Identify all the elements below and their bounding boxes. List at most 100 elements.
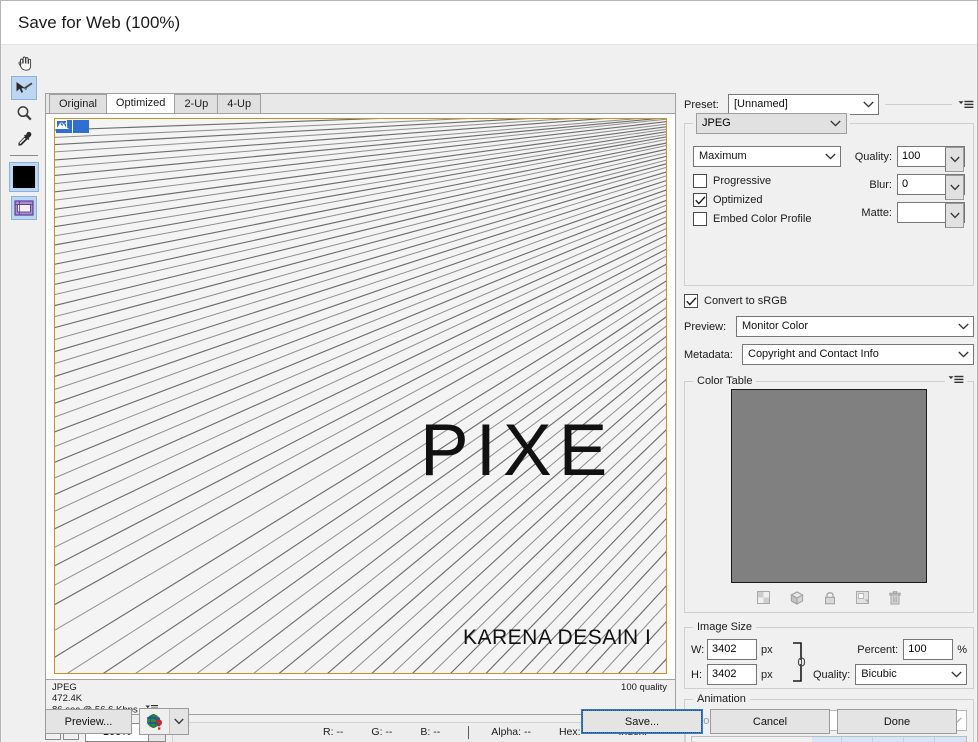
height-row: H: 3402 px — [691, 664, 791, 685]
quality-stepper[interactable]: 100 — [897, 146, 965, 172]
height-label: H: — [691, 668, 702, 681]
progressive-checkbox-row[interactable]: Progressive — [693, 174, 843, 188]
title-bar: Save for Web (100%) — [1, 1, 977, 45]
width-value: 3402 — [712, 643, 737, 655]
preview-tab-bar: Original Optimized 2-Up 4-Up — [46, 93, 675, 114]
tab-optimized[interactable]: Optimized — [105, 93, 176, 113]
slice-badge[interactable]: 01 — [56, 120, 90, 133]
resample-quality-label: Quality: — [813, 668, 851, 681]
convert-srgb-row[interactable]: Convert to sRGB — [684, 294, 974, 308]
convert-srgb-checkbox[interactable] — [684, 294, 698, 308]
color-table-toolbar — [685, 591, 973, 613]
blur-label: Blur: — [869, 178, 892, 191]
width-row: W: 3402 px — [691, 639, 791, 660]
color-table-swatch[interactable] — [731, 389, 927, 583]
color-table-menu-icon[interactable] — [945, 375, 967, 388]
width-label: W: — [691, 643, 705, 656]
browser-preview-select[interactable] — [139, 708, 189, 735]
height-input[interactable]: 3402 — [707, 664, 757, 685]
image-viewport[interactable]: 01 PIXE KARENA DESAIN I — [46, 114, 675, 680]
progressive-label: Progressive — [713, 175, 772, 187]
blur-stepper[interactable]: 0 — [897, 174, 965, 200]
metadata-select[interactable]: Copyright and Contact Info — [742, 344, 974, 365]
embed-color-profile-label: Embed Color Profile — [713, 213, 812, 225]
blur-row: Blur: 0 — [847, 174, 965, 200]
done-button[interactable]: Done — [837, 709, 957, 734]
preset-select[interactable]: [Unnamed] — [728, 94, 879, 115]
tab-original[interactable]: Original — [49, 94, 107, 113]
percent-row: Percent: 100 % — [813, 639, 967, 660]
metadata-label: Metadata: — [684, 348, 733, 361]
toggle-slices-visibility[interactable] — [11, 196, 37, 220]
dialog-body: Original Optimized 2-Up 4-Up PIXE KARENA… — [1, 45, 977, 742]
slice-select-tool[interactable] — [11, 76, 37, 100]
link-constrain-icon[interactable] — [791, 640, 813, 684]
chevron-down-icon — [953, 317, 973, 336]
chevron-down-icon — [858, 95, 878, 114]
optimized-checkbox-row[interactable]: Optimized — [693, 193, 843, 207]
format-select[interactable]: JPEG — [696, 113, 847, 134]
artwork-heading: PIXE — [420, 410, 615, 491]
output-settings: Convert to sRGB Preview: Monitor Color M… — [684, 294, 974, 365]
color-table-legend: Color Table — [693, 375, 757, 387]
globe-help-icon — [140, 709, 169, 734]
foreground-color-swatch[interactable] — [9, 162, 39, 192]
tab-4up[interactable]: 4-Up — [217, 94, 262, 113]
chevron-down-icon[interactable] — [945, 147, 964, 172]
compression-quality-select[interactable]: Maximum — [693, 146, 841, 167]
embed-color-profile-checkbox-row[interactable]: Embed Color Profile — [693, 212, 843, 226]
chevron-down-icon[interactable] — [169, 709, 188, 734]
quality-row: Quality: 100 — [847, 146, 965, 172]
cancel-button[interactable]: Cancel — [710, 709, 830, 734]
delete-color-icon[interactable] — [889, 591, 901, 608]
save-for-web-dialog: Save for Web (100%) Original Optimized 2… — [0, 0, 978, 742]
chevron-down-icon — [946, 665, 966, 684]
artwork-lines — [55, 119, 666, 673]
matte-select[interactable] — [897, 202, 965, 228]
quality-value: 100 — [902, 150, 921, 162]
settings-column: Preset: [Unnamed] JPEG Maximum Progressi… — [684, 93, 974, 742]
convert-srgb-label: Convert to sRGB — [704, 295, 788, 307]
preview-select[interactable]: Monitor Color — [736, 316, 974, 337]
chevron-down-icon — [953, 345, 973, 364]
settings-panel-menu-icon[interactable] — [958, 100, 974, 110]
color-table-group: Color Table — [684, 375, 974, 613]
resample-quality-select[interactable]: Bicubic — [855, 664, 967, 685]
preview-label: Preview: — [684, 320, 727, 333]
zoom-tool[interactable] — [11, 101, 37, 125]
artboard[interactable]: 01 PIXE KARENA DESAIN I — [54, 118, 667, 674]
preview-value: Monitor Color — [742, 320, 809, 332]
preview-row: Preview: Monitor Color — [684, 316, 974, 337]
hand-tool[interactable] — [11, 51, 37, 75]
chevron-down-icon[interactable] — [945, 203, 964, 228]
preset-label: Preset: — [684, 98, 719, 111]
file-format: JPEG — [52, 682, 77, 693]
lock-color-icon[interactable] — [824, 591, 836, 608]
progressive-checkbox[interactable] — [693, 174, 707, 188]
tab-2up[interactable]: 2-Up — [174, 94, 219, 113]
resample-quality-row: Quality: Bicubic — [813, 664, 967, 685]
save-button[interactable]: Save... — [581, 709, 703, 734]
preset-rule — [885, 104, 952, 105]
save-button-label: Save... — [582, 710, 702, 733]
matte-value — [898, 203, 945, 222]
format-settings-group: JPEG Maximum Progressive Optimized Embed… — [684, 113, 974, 286]
preview-button[interactable]: Preview... — [45, 709, 132, 734]
chevron-down-icon — [824, 114, 846, 133]
chevron-down-icon — [820, 147, 840, 166]
percent-unit: % — [957, 643, 967, 656]
image-size-legend: Image Size — [693, 621, 757, 633]
image-size-group: Image Size W: 3402 px H: 3402 px Percent… — [684, 621, 974, 689]
width-input[interactable]: 3402 — [707, 639, 757, 660]
tool-divider — [10, 155, 38, 156]
optimized-checkbox[interactable] — [693, 193, 707, 207]
eyedropper-tool[interactable] — [11, 126, 37, 150]
height-value: 3402 — [712, 668, 737, 680]
percent-input[interactable]: 100 — [903, 639, 954, 660]
transparency-icon[interactable] — [757, 591, 770, 608]
embed-color-profile-checkbox[interactable] — [693, 212, 707, 226]
new-color-icon[interactable] — [856, 591, 869, 608]
web-shift-icon[interactable] — [790, 591, 804, 608]
chevron-down-icon[interactable] — [945, 175, 964, 200]
preset-value: [Unnamed] — [734, 98, 788, 110]
